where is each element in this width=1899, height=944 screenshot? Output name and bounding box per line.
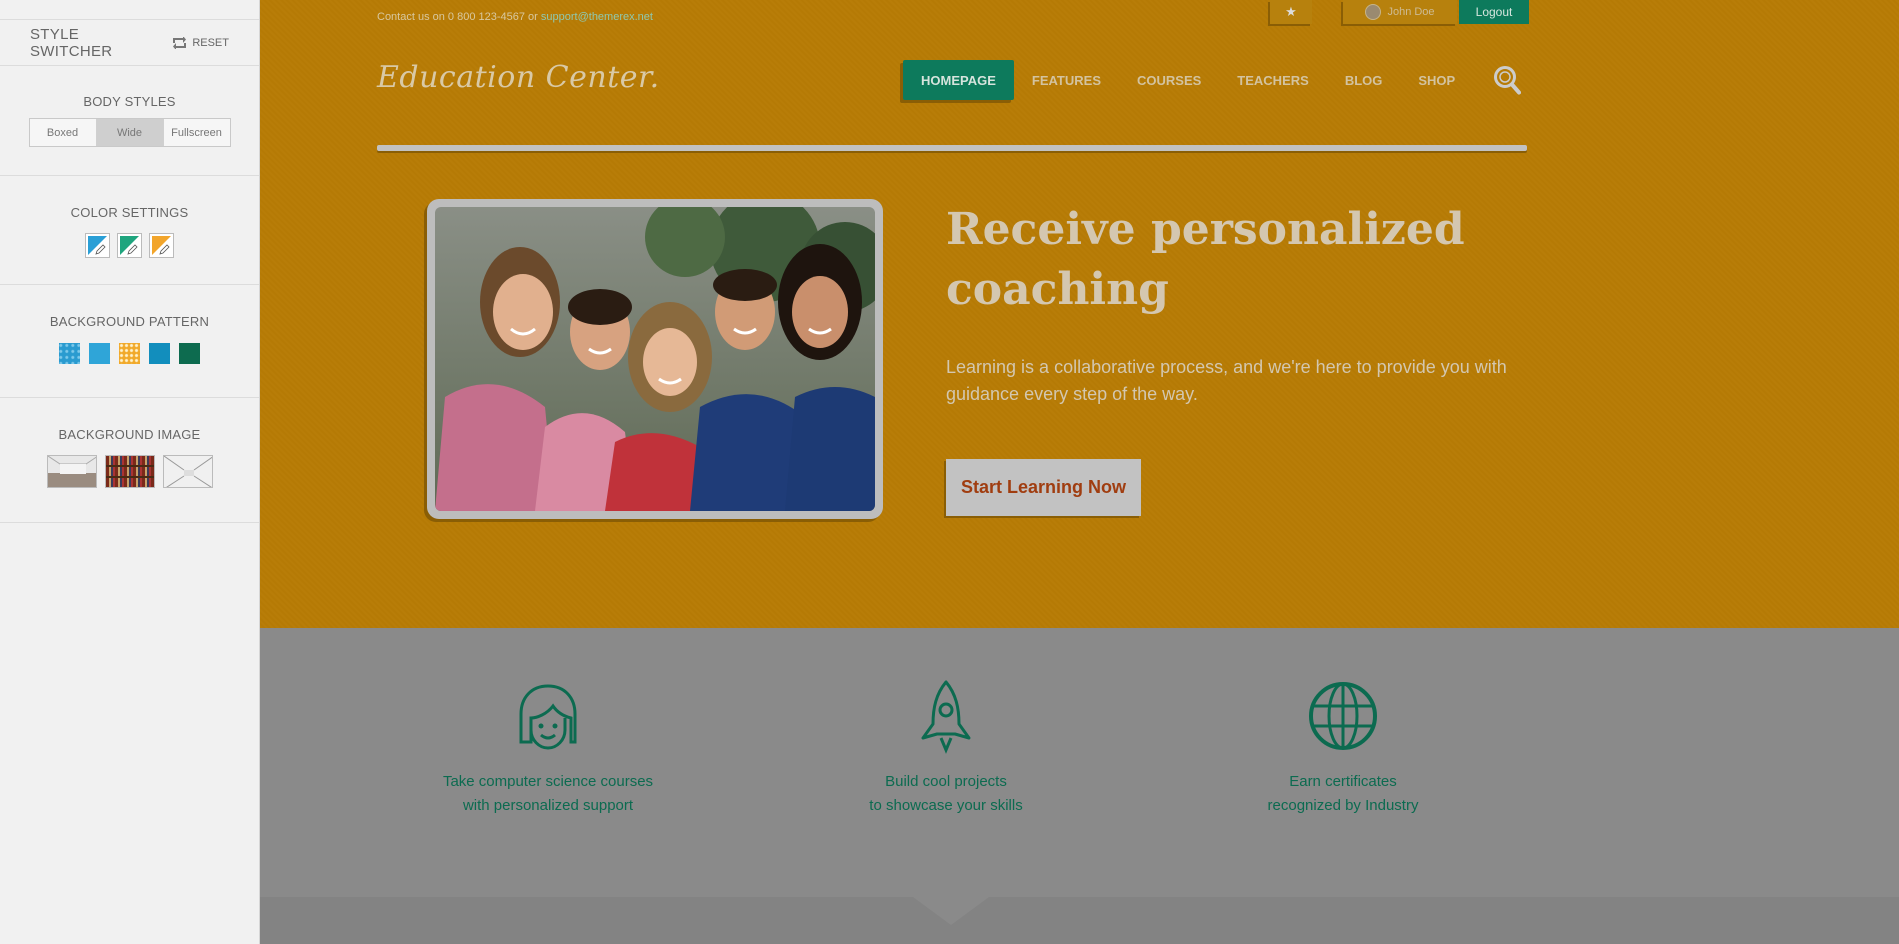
background-image-corridor[interactable] [162, 455, 213, 488]
next-section-band [260, 897, 1899, 944]
nav-shop[interactable]: SHOP [1400, 60, 1473, 100]
rocket-icon [921, 680, 971, 754]
reset-icon [173, 36, 187, 49]
feature-courses-line2: with personalized support [462, 797, 634, 814]
feature-item-projects: Build cool projects to showcase your ski… [816, 678, 1076, 818]
star-icon: ★ [1285, 4, 1297, 19]
color-swatch-list [0, 233, 259, 258]
pencil-icon [95, 244, 106, 255]
feature-item-certificates: Earn certificates recognized by Industry [1213, 678, 1473, 818]
favorites-button[interactable]: ★ [1270, 0, 1312, 24]
body-styles-label: BODY STYLES [83, 94, 176, 109]
user-name: John Doe [1387, 6, 1435, 18]
feature-certificates-line1: Earn certificates [1289, 773, 1397, 790]
background-image-section: BACKGROUND IMAGE [0, 398, 259, 523]
contact-info: Contact us on 0 800 123-4567 or support@… [377, 11, 653, 23]
features-section: Take computer science courses with perso… [260, 628, 1899, 898]
contact-text: Contact us on 0 800 123-4567 or [377, 11, 538, 23]
globe-icon [1309, 682, 1377, 750]
reset-button[interactable]: RESET [172, 36, 229, 49]
color-swatch-blue[interactable] [85, 233, 110, 258]
search-icon[interactable] [1493, 65, 1521, 95]
avatar [1365, 4, 1382, 20]
bookshelf-image [105, 465, 154, 478]
site-logo[interactable]: Education Center. [377, 60, 660, 95]
top-bar: Contact us on 0 800 123-4567 or support@… [377, 0, 1529, 36]
color-swatch-green[interactable] [117, 233, 142, 258]
hero-headline: Receive personalized coaching [946, 204, 1465, 315]
style-switcher-panel: STYLE SWITCHER RESET BODY STYLES Boxed W… [0, 0, 260, 944]
reset-label: RESET [192, 36, 229, 49]
style-switcher-header: STYLE SWITCHER RESET [0, 0, 259, 66]
feature-certificates-line2: recognized by Industry [1267, 797, 1419, 814]
nav-teachers[interactable]: TEACHERS [1219, 60, 1327, 100]
contact-email-link[interactable]: support@themerex.net [541, 11, 653, 23]
style-switcher-title: STYLE SWITCHER [30, 25, 113, 60]
background-pattern-label: BACKGROUND PATTERN [49, 314, 210, 329]
header-divider [377, 145, 1527, 151]
body-styles-section: BODY STYLES Boxed Wide Fullscreen [0, 66, 259, 176]
pattern-swatch-list [0, 343, 259, 364]
logout-button[interactable]: Logout [1459, 0, 1529, 24]
background-image-hall[interactable] [46, 455, 97, 488]
pencil-icon [159, 244, 170, 255]
feature-courses-line1: Take computer science courses [442, 773, 654, 790]
hall-image [47, 456, 96, 474]
nav-features[interactable]: FEATURES [1014, 60, 1119, 100]
pattern-swatch-2[interactable] [89, 343, 110, 364]
pattern-swatch-3[interactable] [119, 343, 140, 364]
body-style-wide-button[interactable]: Wide [96, 119, 164, 146]
students-group-photo [435, 207, 875, 511]
feature-projects-line1: Build cool projects [885, 773, 1007, 790]
pattern-swatch-5[interactable] [179, 343, 200, 364]
body-style-fullscreen-button[interactable]: Fullscreen [164, 119, 230, 146]
hero-photo-frame [427, 199, 883, 519]
color-settings-section: COLOR SETTINGS [0, 176, 259, 285]
feature-projects-line2: to showcase your skills [869, 797, 1023, 814]
body-style-segmented-control: Boxed Wide Fullscreen [28, 118, 231, 147]
body-style-boxed-button[interactable]: Boxed [30, 119, 97, 146]
section-notch-arrow [913, 897, 989, 925]
image-swatch-list [0, 455, 259, 488]
main-navigation: HOMEPAGE FEATURES COURSES TEACHERS BLOG … [903, 60, 1473, 100]
hero-section: Contact us on 0 800 123-4567 or support@… [260, 0, 1899, 628]
pattern-swatch-4[interactable] [149, 343, 170, 364]
corridor-image [163, 456, 212, 487]
pencil-icon [127, 244, 138, 255]
start-learning-button[interactable]: Start Learning Now [946, 459, 1141, 516]
hero-lead-text: Learning is a collaborative process, and… [946, 357, 1507, 404]
nav-homepage[interactable]: HOMEPAGE [903, 60, 1014, 100]
student-face-icon [519, 684, 577, 750]
nav-courses[interactable]: COURSES [1119, 60, 1219, 100]
user-account-button[interactable]: John Doe [1343, 0, 1457, 24]
background-pattern-section: BACKGROUND PATTERN [0, 285, 259, 398]
feature-item-courses: Take computer science courses with perso… [418, 678, 678, 818]
students-photo-illustration [435, 207, 875, 511]
background-image-label: BACKGROUND IMAGE [58, 427, 201, 442]
pattern-swatch-1[interactable] [59, 343, 80, 364]
color-swatch-orange[interactable] [149, 233, 174, 258]
color-settings-label: COLOR SETTINGS [70, 205, 189, 220]
nav-blog[interactable]: BLOG [1327, 60, 1401, 100]
background-image-bookshelf[interactable] [104, 455, 155, 488]
